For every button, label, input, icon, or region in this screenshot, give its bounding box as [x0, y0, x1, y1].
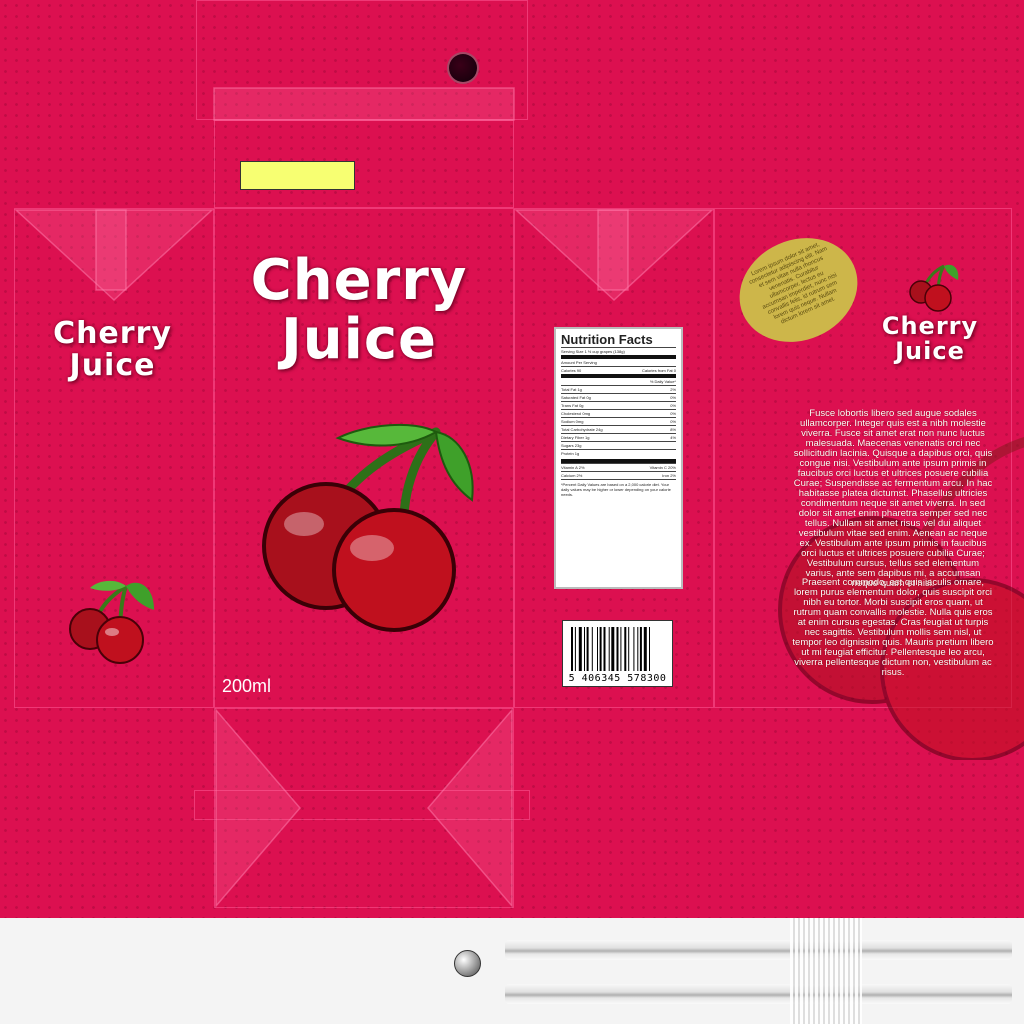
right-side-title: Cherry Juice — [868, 312, 992, 366]
right-title-line2: Juice — [895, 337, 965, 366]
nutrition-row-label: Total Fat 1g — [561, 387, 582, 392]
nutrition-row-value: 0% — [670, 411, 676, 416]
nutrition-row: Total Fat 1g 2% — [561, 385, 676, 393]
barcode: 5 406345 578300 — [562, 620, 673, 687]
nutrition-footnote: *Percent Daily Values are based on a 2,0… — [561, 479, 676, 497]
front-title: Cherry Juice — [234, 248, 484, 372]
straw-lower[interactable] — [505, 984, 1012, 1004]
nutrition-dv-header: % Daily Value* — [561, 374, 676, 385]
barcode-bar — [633, 627, 635, 671]
nutrition-vitamin-right: Iron 2% — [662, 473, 676, 478]
nutrition-row-label: Saturated Fat 0g — [561, 395, 591, 400]
nutrition-vitamin-row: Vitamin A 2% Vitamin C 20% — [561, 463, 676, 471]
nutrition-vitamin-left: Vitamin A 2% — [561, 465, 585, 470]
barcode-bar — [608, 627, 610, 671]
barcode-bar — [578, 627, 582, 671]
nutrition-row: Trans Fat 0g 0% — [561, 401, 676, 409]
barcode-bar — [584, 627, 585, 671]
right-cherry-icon — [909, 264, 959, 312]
nutrition-row: Cholesterol 0mg 0% — [561, 409, 676, 417]
barcode-bar — [649, 627, 650, 671]
straw-hole[interactable] — [447, 52, 479, 84]
nutrition-serving: Serving Size 1 ½ cup grapes (138g) — [561, 347, 676, 355]
nutrition-calories: Calories 90 — [561, 368, 582, 373]
volume-label: 200ml — [222, 676, 272, 696]
nutrition-row-value: 0% — [670, 395, 676, 400]
nutrition-row: Sodium 0mg 0% — [561, 417, 676, 425]
nutrition-row-label: Trans Fat 0g — [561, 403, 584, 408]
nutrition-amount-header: Amount Per Serving — [561, 355, 676, 366]
barcode-bar — [591, 627, 593, 671]
nutrition-vitamins: Vitamin A 2% Vitamin C 20% Calcium 2% Iron … — [561, 459, 676, 479]
barcode-bar — [643, 627, 647, 671]
barcode-bar — [620, 627, 622, 671]
nutrition-row-label: Cholesterol 0mg — [561, 411, 591, 416]
nutrition-row: Total Carbohydrate 24g 8% — [561, 425, 676, 433]
barcode-bar — [574, 627, 576, 671]
barcode-bar — [603, 627, 606, 671]
nutrition-calories-fat: Calories from Fat 0 — [641, 368, 676, 373]
bottom-left-fold — [215, 707, 301, 909]
nutrition-row-value: 0% — [670, 403, 676, 408]
left-cherry-icon — [69, 580, 154, 664]
back-top-fold-tab — [597, 209, 629, 291]
nutrition-vitamin-right: Vitamin C 20% — [649, 465, 676, 470]
right-title-line1: Cherry — [881, 312, 979, 340]
barcode-bar — [586, 627, 589, 671]
juice-box-dieline: Cherry Juice Cherry Juice 200ml Nutritio… — [0, 0, 1024, 918]
barcode-bar — [639, 627, 642, 671]
nutrition-row: Protein 1g — [561, 449, 676, 457]
barcode-bar — [599, 627, 602, 671]
straw-bend-section — [790, 918, 862, 1024]
nutrition-rows: Total Fat 1g 2% Saturated Fat 0g 0% Trans Fa… — [561, 385, 676, 457]
front-cherry-icon — [262, 423, 474, 632]
yellow-label — [240, 161, 355, 190]
barcode-bar — [611, 627, 615, 671]
barcode-bar — [597, 627, 598, 671]
description-paragraph-1: Fusce lobortis libero sed augue sodales … — [793, 408, 993, 589]
straw-upper[interactable] — [505, 940, 1012, 960]
straw-cap-button[interactable] — [454, 950, 481, 977]
left-title-line1: Cherry — [53, 316, 172, 351]
front-title-line2: Juice — [280, 306, 438, 372]
front-title-line1: Cherry — [250, 248, 468, 313]
left-side-title: Cherry Juice — [40, 318, 185, 381]
left-top-fold-tab — [95, 209, 127, 291]
nutrition-row-label: Sugars 23g — [561, 443, 582, 448]
nutrition-row-label: Protein 1g — [561, 451, 580, 456]
nutrition-row: Dietary Fiber 1g 4% — [561, 433, 676, 441]
nutrition-row-label: Sodium 0mg — [561, 419, 584, 424]
nutrition-calories-row: Calories 90 Calories from Fat 0 — [561, 366, 676, 374]
barcode-bar — [571, 627, 573, 671]
barcode-bars — [571, 627, 650, 671]
barcode-bar — [624, 627, 627, 671]
barcode-number: 5 406345 578300 — [568, 673, 667, 684]
description-paragraph-2: Praesent commodo, est quis iaculis ornar… — [792, 577, 994, 678]
top-seam-band — [213, 87, 515, 121]
nutrition-row-value: 4% — [670, 435, 676, 440]
nutrition-row-value: 2% — [670, 387, 676, 392]
bottom-right-fold — [427, 707, 513, 909]
left-title-line2: Juice — [69, 347, 156, 383]
nutrition-row-value: 0% — [670, 419, 676, 424]
nutrition-vitamin-row: Calcium 2% Iron 2% — [561, 471, 676, 479]
nutrition-vitamin-left: Calcium 2% — [561, 473, 583, 478]
barcode-bar — [616, 627, 619, 671]
barcode-bar — [637, 627, 639, 671]
nutrition-row-value: 8% — [670, 427, 676, 432]
nutrition-title: Nutrition Facts — [561, 332, 653, 347]
nutrition-row-label: Dietary Fiber 1g — [561, 435, 590, 440]
nutrition-row: Sugars 23g — [561, 441, 676, 449]
nutrition-row: Saturated Fat 0g 0% — [561, 393, 676, 401]
nutrition-row-label: Total Carbohydrate 24g — [561, 427, 603, 432]
barcode-bar — [628, 627, 630, 671]
nutrition-facts-label: Nutrition Facts Serving Size 1 ½ cup gra… — [554, 327, 683, 589]
